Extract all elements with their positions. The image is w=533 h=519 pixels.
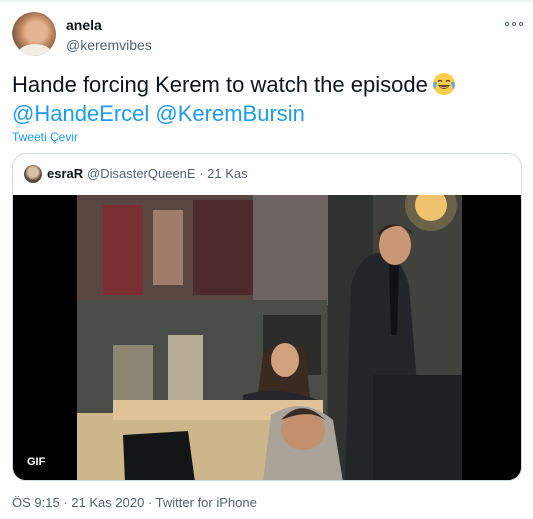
tweet-metadata: ÖS 9:15 · 21 Kas 2020 · Twitter for iPho…	[12, 495, 257, 510]
gif-badge: GIF	[23, 454, 50, 470]
footer-separator: ·	[63, 495, 68, 510]
tweet-body: Hande forcing Kerem to watch the episode	[12, 72, 428, 97]
quoted-separator: ·	[199, 166, 204, 181]
mention-hande-ercel[interactable]: @HandeErcel	[12, 101, 149, 126]
face-with-tears-of-joy-icon	[432, 72, 456, 96]
mention-kerem-bursin[interactable]: @KeremBursin	[155, 101, 305, 126]
quoted-date: 21 Kas	[207, 166, 248, 181]
quoted-gif-media[interactable]: GIF	[13, 195, 521, 480]
tweet-source-app[interactable]: Twitter for iPhone	[156, 495, 257, 510]
more-options-icon[interactable]	[505, 20, 523, 28]
top-divider	[0, 0, 533, 2]
tweet-time[interactable]: ÖS 9:15	[12, 495, 60, 510]
quoted-tweet-card[interactable]: esraR @DisasterQueenE · 21 Kas GIF	[12, 153, 522, 481]
quoted-author-avatar	[24, 165, 42, 183]
author-handle[interactable]: @keremvibes	[66, 37, 152, 53]
quoted-author-meta: @DisasterQueenE · 21 Kas	[87, 166, 248, 181]
author-avatar[interactable]	[12, 12, 56, 56]
tweet-date[interactable]: 21 Kas 2020	[71, 495, 144, 510]
tweet-text: Hande forcing Kerem to watch the episode…	[12, 70, 522, 128]
translate-tweet-link[interactable]: Tweeti Çevir	[12, 130, 78, 144]
author-display-name[interactable]: anela	[66, 17, 102, 33]
footer-separator: ·	[147, 495, 153, 510]
quoted-author-name: esraR	[47, 166, 84, 181]
gif-frame-illustration	[13, 195, 521, 480]
quoted-author-handle: @DisasterQueenE	[87, 166, 196, 181]
